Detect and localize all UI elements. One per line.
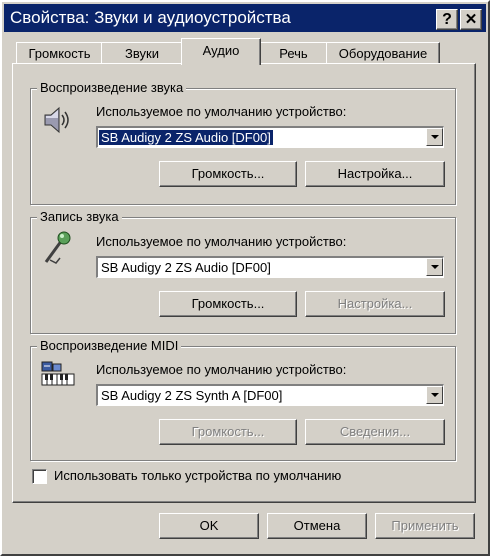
recording-settings-button[interactable]: Настройка... [305,291,445,317]
chevron-down-icon[interactable] [426,386,443,404]
apply-button[interactable]: Применить [375,513,475,539]
recording-device-label: Используемое по умолчанию устройство: [96,234,347,249]
default-only-checkbox-label[interactable]: Использовать только устройства по умолча… [54,468,341,483]
midi-device-select[interactable]: SB Audigy 2 ZS Synth A [DF00] [96,384,444,406]
tab-speech[interactable]: Речь [259,42,328,64]
default-only-checkbox[interactable] [32,469,47,484]
midi-device-label: Используемое по умолчанию устройство: [96,362,347,377]
playback-device-select[interactable]: SB Audigy 2 ZS Audio [DF00] [96,126,444,148]
chevron-down-icon[interactable] [426,258,443,276]
playback-device-label: Используемое по умолчанию устройство: [96,104,347,119]
midi-volume-button[interactable]: Громкость... [159,419,297,445]
window-title: Свойства: Звуки и аудиоустройства [10,8,291,27]
midi-about-button[interactable]: Сведения... [305,419,445,445]
close-button[interactable]: ✕ [460,9,482,30]
midi-keyboard-icon [41,361,75,386]
help-button[interactable]: ? [436,9,458,30]
recording-group-label: Запись звука [37,209,122,224]
playback-volume-button[interactable]: Громкость... [159,161,297,187]
recording-device-select[interactable]: SB Audigy 2 ZS Audio [DF00] [96,256,444,278]
tab-hardware[interactable]: Оборудование [326,42,440,64]
midi-device-value: SB Audigy 2 ZS Synth A [DF00] [101,388,283,403]
tab-audio[interactable]: Аудио [181,38,261,65]
tab-sounds[interactable]: Звуки [101,42,183,64]
chevron-down-icon[interactable] [426,128,443,146]
recording-device-value: SB Audigy 2 ZS Audio [DF00] [101,260,271,275]
ok-button[interactable]: OK [159,513,259,539]
speaker-icon [44,106,69,134]
midi-group-label: Воспроизведение MIDI [37,338,182,353]
recording-volume-button[interactable]: Громкость... [159,291,297,317]
microphone-icon [44,231,71,264]
tab-volume[interactable]: Громкость [16,42,103,64]
title-bar[interactable]: Свойства: Звуки и аудиоустройства ? ✕ [4,4,486,32]
cancel-button[interactable]: Отмена [267,513,367,539]
playback-device-value: SB Audigy 2 ZS Audio [DF00] [99,130,273,145]
playback-settings-button[interactable]: Настройка... [305,161,445,187]
playback-group-label: Воспроизведение звука [37,80,187,95]
